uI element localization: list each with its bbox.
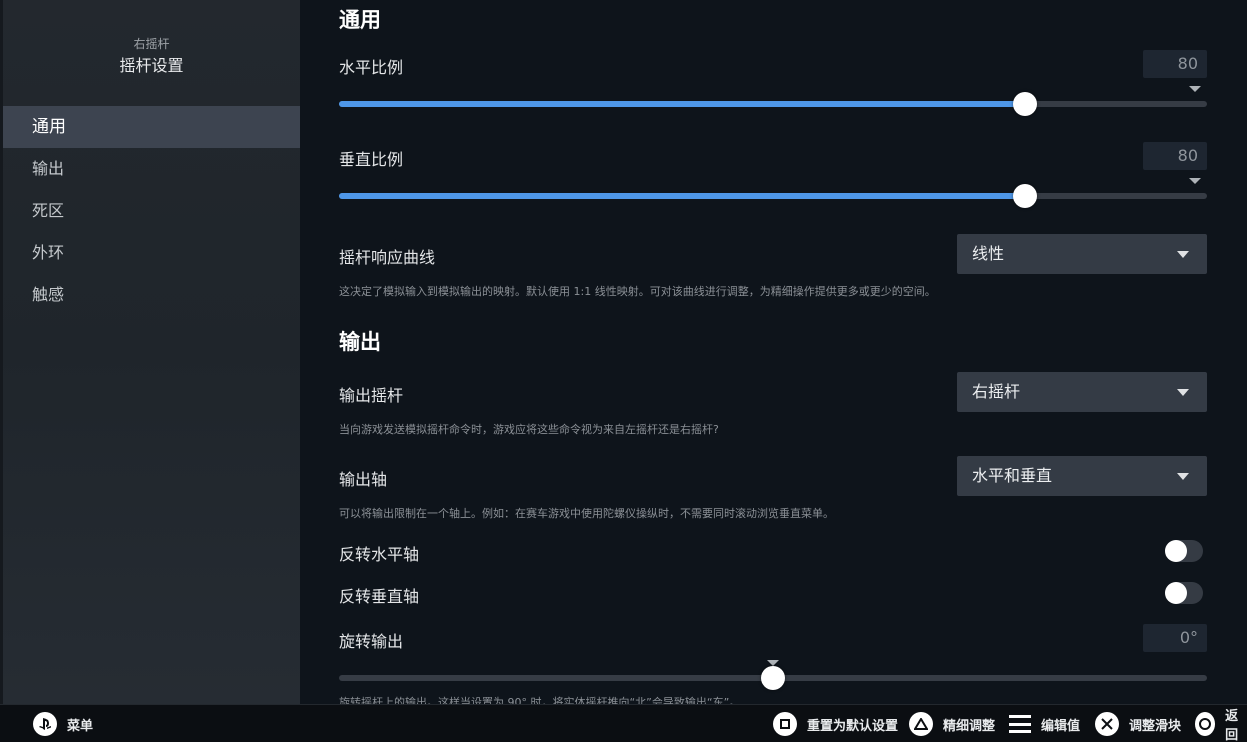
- sidebar-title: 摇杆设置: [119, 56, 184, 75]
- settings-panel: 通用 水平比例 80 垂直比例 80 摇杆响应曲线 线性 这决定了模拟输入到模拟…: [300, 0, 1247, 704]
- dropdown-value: 水平和垂直: [972, 466, 1053, 485]
- sidebar-item-deadzone[interactable]: 死区: [3, 190, 300, 232]
- response-curve-description: 这决定了模拟输入到模拟输出的映射。默认使用 1:1 线性映射。可对该曲线进行调整…: [339, 285, 936, 298]
- button-hint-bar: 菜单 重置为默认设置 精细调整 编辑值 调整滑块 返回: [0, 704, 1247, 742]
- rotate-output-label: 旋转输出: [339, 632, 404, 651]
- output-axis-dropdown[interactable]: 水平和垂直: [957, 456, 1207, 496]
- cancel-adjust-label: 调整滑块: [1129, 718, 1182, 734]
- invert-horizontal-label: 反转水平轴: [339, 545, 420, 564]
- slider-fill: [339, 101, 1025, 107]
- output-stick-label: 输出摇杆: [339, 386, 404, 405]
- reset-hint[interactable]: 重置为默认设置: [773, 705, 898, 742]
- output-stick-description: 当向游戏发送模拟摇杆命令时，游戏应将这些命令视为来自左摇杆还是右摇杆?: [339, 423, 719, 436]
- output-stick-dropdown[interactable]: 右摇杆: [957, 372, 1207, 412]
- cross-button-icon: [1095, 712, 1119, 736]
- triangle-button-icon: [909, 712, 933, 736]
- fine-tune-hint[interactable]: 精细调整: [909, 705, 995, 742]
- reset-label: 重置为默认设置: [807, 718, 899, 734]
- circle-button-icon: [1195, 712, 1216, 736]
- vertical-scale-value[interactable]: 80: [1143, 142, 1207, 170]
- sidebar-item-output[interactable]: 输出: [3, 148, 300, 190]
- rotate-output-value[interactable]: 0°: [1143, 624, 1207, 652]
- sidebar-item-general[interactable]: 通用: [3, 106, 300, 148]
- vertical-scale-slider[interactable]: [339, 184, 1207, 208]
- rotate-output-slider[interactable]: [339, 666, 1207, 690]
- menu-label: 菜单: [67, 718, 94, 734]
- chevron-down-icon: [1177, 389, 1189, 396]
- sidebar-nav: 通用 输出 死区 外环 触感: [3, 106, 300, 316]
- horizontal-scale-slider[interactable]: [339, 92, 1207, 116]
- square-button-icon: [773, 712, 797, 736]
- toggle-knob: [1165, 540, 1187, 562]
- back-hint[interactable]: 返回: [1195, 705, 1247, 742]
- sidebar-subtitle: 右摇杆: [133, 37, 170, 51]
- output-axis-label: 输出轴: [339, 470, 388, 489]
- edit-value-label: 编辑值: [1041, 718, 1081, 734]
- slider-knob[interactable]: [761, 666, 785, 690]
- horizontal-scale-label: 水平比例: [339, 58, 404, 77]
- section-title-output: 输出: [339, 330, 381, 354]
- slider-knob[interactable]: [1012, 92, 1037, 116]
- rotate-output-description: 旋转摇杆上的输出。这样当设置为 90° 时，将实体摇杆推向“北”会导致输出“东”…: [339, 696, 741, 704]
- slider-knob[interactable]: [1012, 184, 1037, 208]
- invert-vertical-label: 反转垂直轴: [339, 587, 420, 606]
- chevron-down-icon: [1177, 473, 1189, 480]
- response-curve-dropdown[interactable]: 线性: [957, 234, 1207, 274]
- hamburger-icon: [1009, 715, 1031, 733]
- sidebar: 右摇杆 摇杆设置 通用 输出 死区 外环 触感: [0, 0, 300, 704]
- playstation-icon: [33, 712, 57, 736]
- back-label: 返回: [1225, 709, 1239, 742]
- chevron-down-icon: [1177, 251, 1189, 258]
- section-title-general: 通用: [339, 8, 381, 32]
- default-marker-icon: [1189, 178, 1201, 184]
- sidebar-item-outer-ring[interactable]: 外环: [3, 232, 300, 274]
- slider-fill: [339, 193, 1025, 199]
- dropdown-value: 线性: [972, 244, 1005, 263]
- menu-hint[interactable]: 菜单: [33, 705, 93, 742]
- response-curve-label: 摇杆响应曲线: [339, 248, 436, 267]
- default-marker-icon: [1189, 86, 1201, 92]
- toggle-knob: [1165, 582, 1187, 604]
- invert-vertical-toggle[interactable]: [1165, 582, 1203, 604]
- cancel-adjust-hint[interactable]: 调整滑块: [1095, 705, 1181, 742]
- sidebar-header: 右摇杆 摇杆设置: [3, 36, 300, 77]
- edit-value-hint[interactable]: 编辑值: [1009, 705, 1080, 742]
- fine-tune-label: 精细调整: [943, 718, 996, 734]
- output-axis-description: 可以将输出限制在一个轴上。例如：在赛车游戏中使用陀螺仪操纵时，不需要同时滚动浏览…: [339, 507, 834, 520]
- dropdown-value: 右摇杆: [972, 382, 1021, 401]
- horizontal-scale-value[interactable]: 80: [1143, 50, 1207, 78]
- invert-horizontal-toggle[interactable]: [1165, 540, 1203, 562]
- vertical-scale-label: 垂直比例: [339, 150, 404, 169]
- sidebar-item-haptics[interactable]: 触感: [3, 274, 300, 316]
